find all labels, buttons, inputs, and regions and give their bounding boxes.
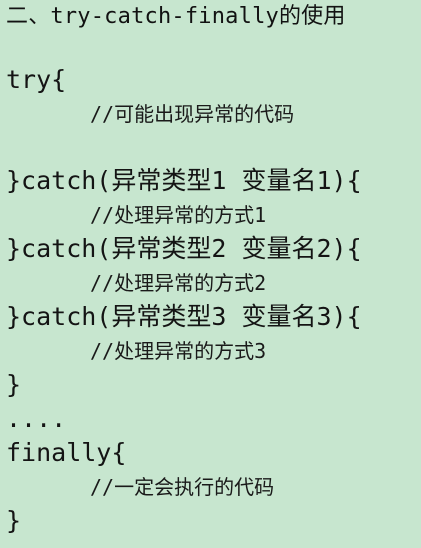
code-line-ellipsis: .... — [6, 404, 67, 433]
code-line-finally-open: finally{ — [6, 438, 127, 467]
code-block: try{ //可能出现异常的代码 }catch(异常类型1 变量名1){ //处… — [6, 63, 416, 538]
code-line-try-comment: //可能出现异常的代码 — [90, 102, 295, 126]
code-line-catch-1: }catch(异常类型1 变量名1){ — [6, 166, 362, 195]
code-line-catch-3: }catch(异常类型3 变量名3){ — [6, 302, 362, 331]
code-line-catch-1-comment: //处理异常的方式1 — [90, 203, 267, 227]
code-line-finally-comment: //一定会执行的代码 — [90, 475, 275, 499]
slide-page: 二、try-catch-finally的使用 try{ //可能出现异常的代码 … — [0, 0, 421, 548]
section-heading: 二、try-catch-finally的使用 — [6, 4, 346, 29]
code-line-catch-3-comment: //处理异常的方式3 — [90, 339, 267, 363]
code-line-try-open: try{ — [6, 65, 67, 94]
code-line-finally-close: } — [6, 506, 22, 535]
code-line-close-brace: } — [6, 370, 22, 399]
code-line-catch-2-comment: //处理异常的方式2 — [90, 271, 267, 295]
code-line-catch-2: }catch(异常类型2 变量名2){ — [6, 234, 362, 263]
